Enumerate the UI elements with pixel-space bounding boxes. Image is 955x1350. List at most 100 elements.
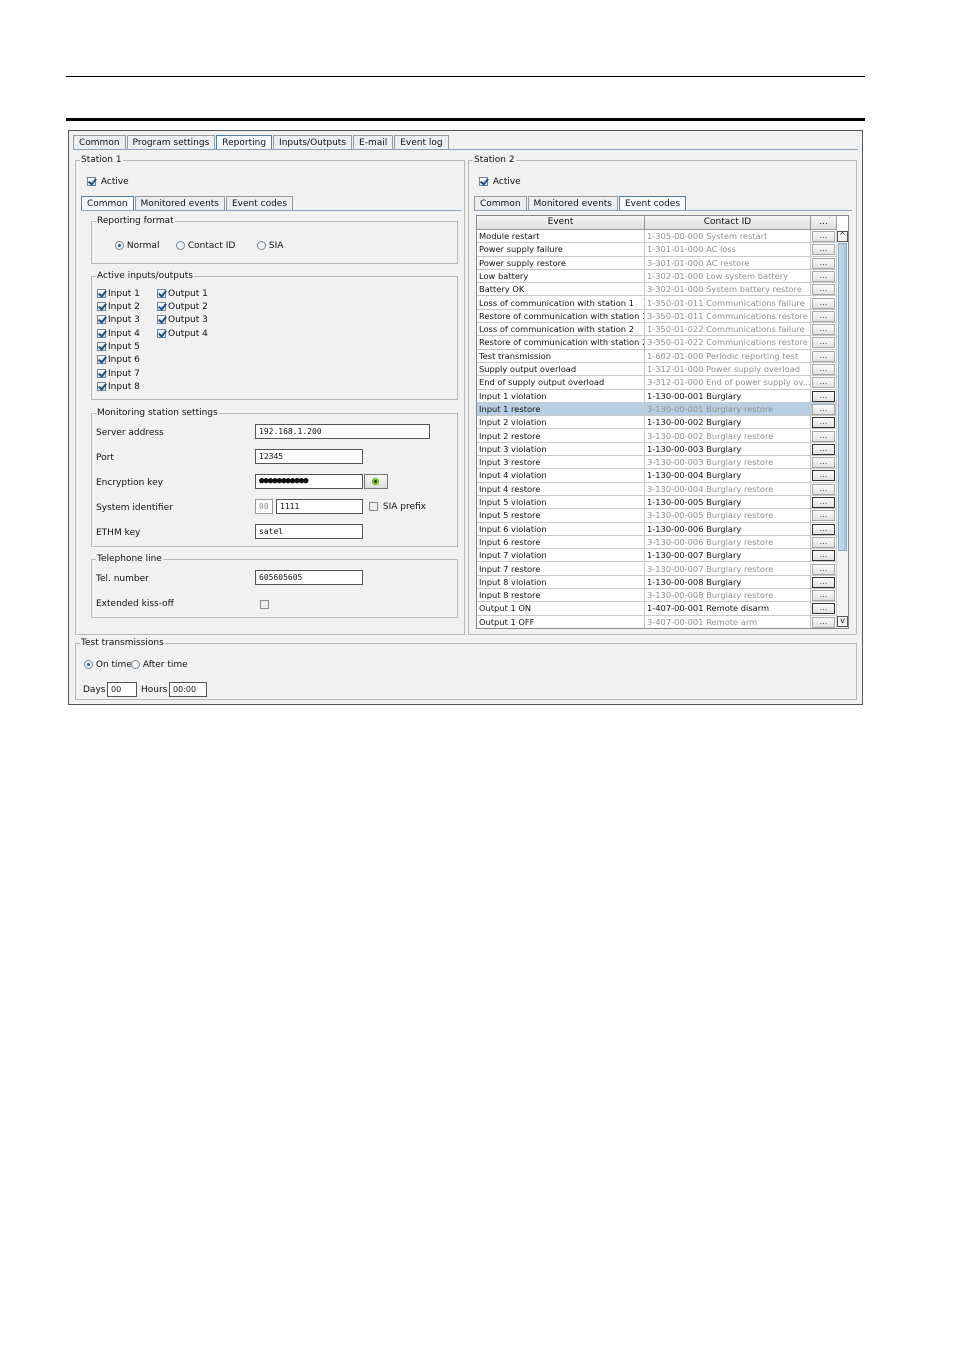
days-field[interactable]: 00	[107, 682, 137, 697]
input-4-checkbox[interactable]: Input 4	[97, 329, 140, 339]
format-contact-id-radio[interactable]: Contact ID	[176, 241, 235, 251]
edit-code-button[interactable]: ...	[812, 390, 835, 402]
tel-number-field[interactable]: 605605605	[255, 570, 363, 585]
server-address-field[interactable]: 192.168.1.200	[255, 424, 430, 439]
edit-code-button[interactable]: ...	[812, 337, 835, 349]
station2-tab-common[interactable]: Common	[474, 196, 527, 210]
edit-code-button[interactable]: ...	[812, 284, 835, 296]
scroll-up-icon[interactable]: ^	[837, 231, 848, 242]
tab-email[interactable]: E-mail	[353, 135, 394, 149]
table-row[interactable]: Input 7 violation 1-130-00-007 Burglary..…	[477, 549, 837, 563]
station2-tab-event-codes[interactable]: Event codes	[619, 196, 687, 211]
table-row[interactable]: Input 1 restore 3-130-00-001 Burglary res…	[477, 402, 837, 417]
table-row[interactable]: End of supply output overload 3-312-01-00…	[477, 376, 837, 390]
table-row[interactable]: Input 3 restore 3-130-00-003 Burglary res…	[477, 456, 837, 470]
input-3-checkbox[interactable]: Input 3	[97, 315, 140, 325]
table-row[interactable]: Restore of communication with station 13…	[477, 309, 837, 324]
ethm-key-field[interactable]: satel	[255, 524, 363, 539]
after-time-radio[interactable]: After time	[131, 660, 188, 670]
table-row[interactable]: Power supply failure 1-301-01-000 AC loss…	[477, 243, 837, 257]
table-row[interactable]: Input 8 violation 1-130-00-008 Burglary..…	[477, 575, 837, 590]
edit-code-button[interactable]: ...	[812, 403, 835, 415]
edit-code-button[interactable]: ...	[812, 350, 835, 362]
edit-code-button[interactable]: ...	[812, 297, 835, 309]
edit-code-button[interactable]: ...	[812, 324, 835, 336]
edit-code-button[interactable]: ...	[812, 590, 835, 602]
station1-active-checkbox[interactable]: Active	[87, 177, 129, 187]
input-7-checkbox[interactable]: Input 7	[97, 369, 140, 379]
system-identifier-prefix-field[interactable]: 00	[255, 499, 273, 514]
table-row[interactable]: Module restart 1-305-00-000 System restar…	[477, 230, 837, 244]
table-row[interactable]: Input 6 violation 1-130-00-006 Burglary..…	[477, 522, 837, 536]
edit-code-button[interactable]: ...	[812, 523, 835, 535]
input-5-checkbox[interactable]: Input 5	[97, 342, 140, 352]
scroll-thumb[interactable]	[838, 243, 847, 551]
output-1-checkbox[interactable]: Output 1	[157, 289, 208, 299]
edit-code-button[interactable]: ...	[812, 576, 835, 588]
port-field[interactable]: 12345	[255, 449, 363, 464]
format-sia-radio[interactable]: SIA	[257, 241, 283, 251]
table-row[interactable]: Output 1 OFF 3-407-00-001 Remote arm...	[477, 615, 837, 628]
edit-code-button[interactable]: ...	[812, 457, 835, 469]
edit-code-button[interactable]: ...	[812, 430, 835, 442]
table-row[interactable]: Battery OK 3-302-01-000 System battery re…	[477, 283, 837, 297]
column-header-contact-id[interactable]: Contact ID	[645, 216, 811, 230]
show-key-eye-icon[interactable]	[364, 474, 388, 489]
edit-code-button[interactable]: ...	[812, 510, 835, 522]
edit-code-button[interactable]: ...	[812, 470, 835, 482]
edit-code-button[interactable]: ...	[812, 231, 835, 242]
edit-code-button[interactable]: ...	[812, 483, 835, 495]
edit-code-button[interactable]: ...	[812, 563, 835, 575]
output-2-checkbox[interactable]: Output 2	[157, 302, 208, 312]
edit-code-button[interactable]: ...	[812, 603, 835, 615]
output-3-checkbox[interactable]: Output 3	[157, 315, 208, 325]
edit-code-button[interactable]: ...	[812, 244, 835, 256]
edit-code-button[interactable]: ...	[812, 417, 835, 429]
table-row[interactable]: Supply output overload 1-312-01-000 Power…	[477, 363, 837, 377]
tab-inputs-outputs[interactable]: Inputs/Outputs	[273, 135, 353, 149]
table-row[interactable]: Input 5 violation 1-130-00-005 Burglary..…	[477, 496, 837, 510]
tab-program-settings[interactable]: Program settings	[126, 135, 216, 149]
input-1-checkbox[interactable]: Input 1	[97, 289, 140, 299]
sia-prefix-checkbox[interactable]: SIA prefix	[369, 502, 426, 512]
table-row[interactable]: Input 3 violation 1-130-00-003 Burglary..…	[477, 442, 837, 457]
station1-tab-common[interactable]: Common	[81, 196, 134, 211]
table-row[interactable]: Loss of communication with station 1 1-35…	[477, 296, 837, 310]
table-row[interactable]: Input 1 violation 1-130-00-001 Burglary..…	[477, 389, 837, 403]
input-8-checkbox[interactable]: Input 8	[97, 382, 140, 392]
hours-field[interactable]: 00:00	[169, 682, 207, 697]
edit-code-button[interactable]: ...	[812, 550, 835, 562]
table-row[interactable]: Input 6 restore 3-130-00-006 Burglary res…	[477, 535, 837, 550]
edit-code-button[interactable]: ...	[812, 377, 835, 389]
table-row[interactable]: Input 2 violation 1-130-00-002 Burglary..…	[477, 416, 837, 430]
table-scrollbar[interactable]: ^ v	[836, 230, 848, 628]
scroll-down-icon[interactable]: v	[837, 616, 848, 627]
edit-code-button[interactable]: ...	[812, 443, 835, 455]
table-row[interactable]: Power supply restore 3-301-01-000 AC rest…	[477, 256, 837, 270]
output-4-checkbox[interactable]: Output 4	[157, 329, 208, 339]
station2-active-checkbox[interactable]: Active	[479, 177, 521, 187]
edit-code-button[interactable]: ...	[812, 310, 835, 322]
column-header-edit[interactable]: ...	[811, 216, 837, 230]
station2-tab-monitored-events[interactable]: Monitored events	[527, 196, 618, 210]
edit-code-button[interactable]: ...	[812, 616, 835, 628]
input-6-checkbox[interactable]: Input 6	[97, 355, 140, 365]
tab-reporting[interactable]: Reporting	[216, 135, 273, 150]
table-row[interactable]: Input 5 restore 3-130-00-005 Burglary res…	[477, 509, 837, 523]
tab-common[interactable]: Common	[73, 135, 126, 149]
tab-event-log[interactable]: Event log	[394, 135, 449, 149]
on-time-radio[interactable]: On time	[84, 660, 132, 670]
edit-code-button[interactable]: ...	[812, 257, 835, 269]
edit-code-button[interactable]: ...	[812, 364, 835, 375]
table-row[interactable]: Input 8 restore 3-130-00-008 Burglary res…	[477, 589, 837, 603]
table-row[interactable]: Loss of communication with station 2 1-35…	[477, 323, 837, 337]
table-row[interactable]: Restore of communication with station 23…	[477, 336, 837, 350]
table-row[interactable]: Input 2 restore 3-130-00-002 Burglary res…	[477, 429, 837, 443]
table-row[interactable]: Output 1 ON 1-407-00-001 Remote disarm...	[477, 602, 837, 616]
table-row[interactable]: Input 4 restore 3-130-00-004 Burglary res…	[477, 482, 837, 496]
station1-tab-monitored-events[interactable]: Monitored events	[134, 196, 225, 210]
input-2-checkbox[interactable]: Input 2	[97, 302, 140, 312]
system-identifier-field[interactable]: 1111	[276, 499, 363, 514]
table-row[interactable]: Input 7 restore 3-130-00-007 Burglary res…	[477, 562, 837, 576]
column-header-event[interactable]: Event	[477, 216, 645, 230]
